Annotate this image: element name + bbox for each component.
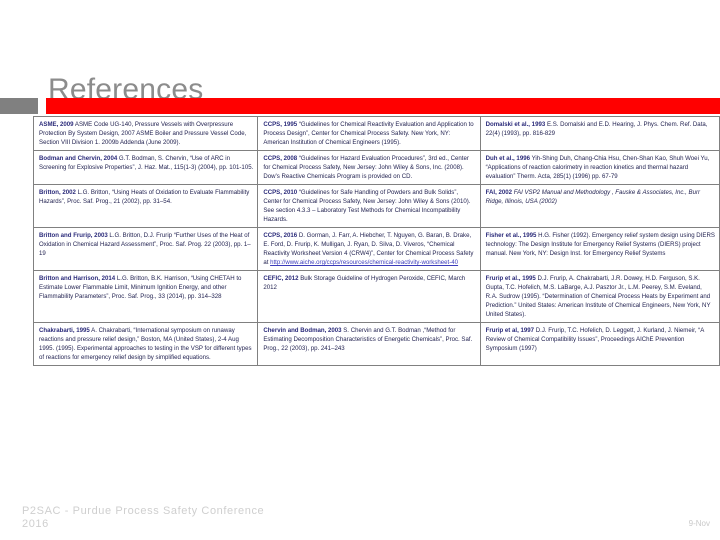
watermark-line-1: P2SAC - Purdue Process Safety Conference (22, 504, 265, 517)
table-row: Chakrabarti, 1995 A. Chakrabarti, “Inter… (32, 322, 720, 367)
reference-key: ASME, 2009 (39, 121, 74, 128)
footer-date: 9-Nov (688, 519, 710, 528)
watermark-line-2: 2016 (22, 518, 49, 531)
reference-cell: CCPS, 2008 “Guidelines for Hazard Evalua… (257, 150, 481, 186)
reference-cell: Chakrabarti, 1995 A. Chakrabarti, “Inter… (32, 322, 259, 367)
reference-key: Duh et al., 1996 (485, 155, 530, 163)
reference-cell: Frurip et al, 1997 D.J. Frurip, T.C. Hof… (479, 322, 720, 367)
reference-key: CCPS, 1995 (263, 121, 298, 128)
table-row: Britton and Frurip, 2003 L.G. Britton, D… (32, 227, 720, 272)
table-row: ASME, 2009 ASME Code UG-140, Pressure Ve… (32, 115, 720, 152)
table-row: Britton and Harrison, 2014 L.G. Britton,… (32, 270, 720, 324)
reference-key: Chervin and Bodman, 2003 (263, 327, 342, 335)
reference-key: CCPS, 2008 (263, 155, 298, 163)
reference-key: Frurip et al, 1997 (485, 327, 535, 335)
reference-cell: Britton, 2002 L.G. Britton, “Using Heats… (32, 184, 259, 229)
reference-key: Fisher et al., 1995 (485, 232, 537, 240)
reference-cell: Fisher et al., 1995 H.G. Fisher (1992). … (479, 227, 720, 272)
reference-key: Bodman and Chervin, 2004 (39, 155, 118, 163)
reference-cell: Britton and Frurip, 2003 L.G. Britton, D… (32, 227, 259, 272)
references-table-body: ASME, 2009 ASME Code UG-140, Pressure Ve… (32, 115, 720, 367)
reference-cell: CEFIC, 2012 Bulk Storage Guideline of Hy… (257, 270, 481, 324)
reference-cell: Chervin and Bodman, 2003 S. Chervin and … (257, 322, 481, 367)
reference-cell: ASME, 2009 ASME Code UG-140, Pressure Ve… (32, 115, 259, 152)
title-accent-block (0, 98, 38, 114)
reference-key: FAI, 2002 (485, 189, 513, 197)
reference-key: Domalski et al., 1993 (485, 121, 546, 128)
reference-cell: Domalski et al., 1993 E.S. Domalski and … (479, 115, 720, 152)
reference-cell: FAI, 2002 FAI VSP2 Manual and Methodolog… (479, 184, 720, 229)
reference-key: CCPS, 2016 (263, 232, 298, 240)
table-row: Bodman and Chervin, 2004 G.T. Bodman, S.… (32, 150, 720, 186)
reference-cell: CCPS, 2010 “Guidelines for Safe Handling… (257, 184, 481, 229)
reference-cell: Duh et al., 1996 Yih-Shing Duh, Chang-Ch… (479, 150, 720, 186)
table-row: Britton, 2002 L.G. Britton, “Using Heats… (32, 184, 720, 229)
conference-watermark: P2SAC - Purdue Process Safety Conference… (22, 505, 264, 533)
reference-key: CEFIC, 2012 (263, 275, 299, 283)
reference-cell: Bodman and Chervin, 2004 G.T. Bodman, S.… (32, 150, 259, 186)
reference-key: Britton, 2002 (39, 189, 76, 197)
reference-key: Chakrabarti, 1995 (39, 327, 90, 335)
crw4-resource-link[interactable]: http://www.aiche.org/ccps/resources/chem… (270, 259, 458, 266)
reference-text: FAI VSP2 Manual and Methodology , Fauske… (485, 189, 701, 206)
reference-key: Britton and Harrison, 2014 (39, 275, 116, 283)
reference-cell: CCPS, 2016 D. Gorman, J. Farr, A. Hiebch… (257, 227, 481, 272)
reference-cell: CCPS, 1995 “Guidelines for Chemical Reac… (257, 115, 481, 152)
reference-key: Frurip et al., 1995 (485, 275, 536, 283)
title-accent-bar (46, 98, 720, 114)
reference-key: Britton and Frurip, 2003 (39, 232, 108, 240)
reference-cell: Britton and Harrison, 2014 L.G. Britton,… (32, 270, 259, 324)
reference-cell: Frurip et al., 1995 D.J. Frurip, A. Chak… (479, 270, 720, 324)
reference-key: CCPS, 2010 (263, 189, 298, 197)
references-table: ASME, 2009 ASME Code UG-140, Pressure Ve… (32, 115, 720, 367)
